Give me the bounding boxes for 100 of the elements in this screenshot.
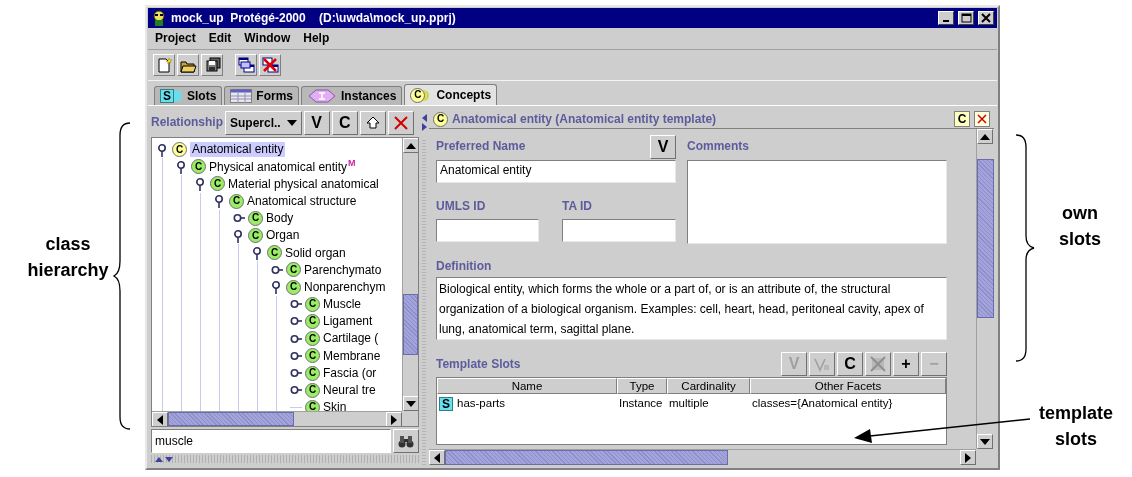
menu-item[interactable]: Help bbox=[303, 31, 330, 46]
scroll-right-button[interactable] bbox=[386, 412, 402, 426]
tree-item[interactable]: Organ bbox=[266, 228, 300, 243]
menu-item[interactable]: Window bbox=[244, 31, 291, 46]
delete-icon[interactable] bbox=[387, 110, 414, 135]
class-button[interactable]: C bbox=[954, 111, 970, 127]
relationship-dropdown[interactable]: Supercl.. bbox=[225, 110, 302, 135]
scroll-right-button[interactable] bbox=[960, 450, 976, 465]
tab[interactable]: Forms bbox=[224, 86, 300, 105]
scroll-up-button[interactable] bbox=[977, 129, 993, 144]
class-badge: C bbox=[305, 313, 320, 329]
close-icon[interactable] bbox=[974, 111, 990, 127]
class-badge: C bbox=[305, 365, 320, 381]
scrollbar-thumb[interactable] bbox=[403, 293, 418, 355]
class-badge: C bbox=[267, 245, 282, 261]
left-arrow-icon bbox=[157, 414, 163, 425]
class-badge: C bbox=[172, 142, 187, 158]
tab[interactable]: C Concepts bbox=[404, 84, 498, 105]
menu-item[interactable]: Edit bbox=[208, 31, 232, 46]
tree-item[interactable]: Cartilage ( bbox=[323, 331, 379, 346]
text-field[interactable] bbox=[436, 219, 539, 243]
column-header[interactable]: Cardinality bbox=[667, 378, 750, 395]
tree-item[interactable]: Body bbox=[266, 211, 294, 226]
text-area[interactable]: Biological entity, which forms the whole or a part of, or is an attribute of, the structural organization of a biological organism. Examples: cell, heart, head, peritoneal cavity, apex of lung, anatomical term, sagittal plane. bbox=[436, 277, 947, 341]
slot-button[interactable]: + bbox=[893, 352, 919, 377]
maximize-icon bbox=[960, 13, 972, 23]
text-field[interactable]: Anatomical entity bbox=[436, 160, 676, 183]
class-badge: C bbox=[305, 382, 320, 398]
text-field[interactable] bbox=[562, 219, 676, 243]
tab[interactable]: Instances bbox=[301, 86, 403, 105]
class-badge: C bbox=[410, 87, 426, 103]
tree-item[interactable]: Membrane bbox=[323, 348, 381, 364]
class-badge: C bbox=[305, 399, 320, 411]
tree-handle[interactable] bbox=[214, 194, 226, 209]
class-badge: C bbox=[433, 111, 448, 127]
class-badge: C bbox=[286, 262, 301, 278]
close-windows-icon[interactable] bbox=[259, 54, 281, 76]
right-arrow-icon bbox=[965, 452, 971, 463]
caret-icon bbox=[286, 119, 297, 126]
tree-handle[interactable] bbox=[157, 142, 169, 157]
tree-item[interactable]: Material physical anatomical bbox=[228, 176, 379, 192]
tree-item[interactable]: Neural tre bbox=[323, 383, 376, 398]
folder-icon[interactable] bbox=[177, 54, 199, 76]
form-grid-icon bbox=[230, 89, 253, 103]
value-button[interactable]: V bbox=[650, 134, 676, 159]
tree-item[interactable]: Anatomical entity bbox=[190, 142, 286, 157]
tree-item[interactable]: Nonparenchym bbox=[304, 279, 386, 295]
app-icon bbox=[151, 10, 167, 26]
menu-item[interactable]: Project bbox=[155, 31, 196, 46]
windows-icon[interactable] bbox=[235, 54, 257, 76]
column-header[interactable]: Type bbox=[617, 378, 667, 395]
scroll-left-button[interactable] bbox=[152, 412, 168, 426]
class-badge: C bbox=[305, 331, 320, 347]
scroll-up-button[interactable] bbox=[403, 138, 418, 153]
tree-handle[interactable] bbox=[176, 159, 188, 174]
class-badge: C bbox=[305, 296, 320, 312]
scrollbar-thumb[interactable] bbox=[168, 412, 295, 426]
scroll-down-button[interactable] bbox=[403, 396, 418, 411]
tree-handle[interactable] bbox=[271, 280, 283, 295]
minimize-button[interactable] bbox=[938, 11, 954, 25]
tree-item[interactable]: Skin bbox=[323, 400, 347, 411]
tree-item[interactable]: Anatomical structure bbox=[247, 193, 357, 209]
close-button[interactable] bbox=[978, 11, 994, 25]
annotation-label: class hierarchy bbox=[26, 233, 110, 283]
class-badge: C bbox=[286, 279, 301, 295]
new-file-icon[interactable] bbox=[153, 54, 175, 76]
collapse-left-icon[interactable] bbox=[421, 114, 427, 122]
tree-button[interactable]: V bbox=[303, 110, 330, 135]
column-header[interactable]: Other Facets bbox=[750, 378, 946, 395]
annotation-label: template slots bbox=[1038, 402, 1114, 452]
tree-button[interactable]: C bbox=[331, 110, 358, 135]
maximize-button[interactable] bbox=[958, 11, 974, 25]
tab[interactable]: S Slots bbox=[154, 86, 223, 105]
relationship-label: Relationship bbox=[151, 115, 223, 130]
tree-handle[interactable] bbox=[233, 228, 245, 243]
tree-item[interactable]: Fascia (or bbox=[323, 365, 377, 381]
tree-item[interactable]: Ligament bbox=[323, 314, 373, 329]
tree-handle[interactable] bbox=[195, 176, 207, 191]
binoculars-icon[interactable] bbox=[393, 429, 419, 453]
scroll-left-button[interactable] bbox=[429, 450, 445, 465]
floppy-disks-icon[interactable] bbox=[201, 54, 223, 76]
column-header[interactable]: Name bbox=[437, 378, 617, 395]
tree-item[interactable]: Physical anatomical entity bbox=[209, 159, 348, 174]
up-arrow-icon bbox=[980, 133, 990, 140]
marker: M bbox=[348, 158, 356, 169]
search-field[interactable]: muscle bbox=[151, 429, 391, 453]
tree-handle[interactable] bbox=[252, 245, 264, 260]
field-label: UMLS ID bbox=[436, 199, 487, 214]
collapse-arrow-icon[interactable] bbox=[155, 456, 163, 462]
expand-right-icon[interactable] bbox=[421, 123, 427, 131]
tree-item[interactable]: Parenchymato bbox=[304, 262, 382, 278]
window-title: mock_up Protégé-2000 (D:\uwda\mock_up.pprj) bbox=[171, 10, 457, 26]
scrollbar-thumb[interactable] bbox=[445, 450, 729, 465]
scroll-down-button[interactable] bbox=[977, 434, 993, 449]
up-arrow-icon bbox=[406, 142, 416, 149]
scrollbar-thumb[interactable] bbox=[977, 158, 994, 318]
expand-arrow-icon[interactable] bbox=[165, 456, 173, 462]
slot-button[interactable]: C bbox=[837, 352, 863, 377]
tree-item[interactable]: Solid organ bbox=[285, 245, 346, 260]
tree-item[interactable]: Muscle bbox=[323, 297, 361, 312]
